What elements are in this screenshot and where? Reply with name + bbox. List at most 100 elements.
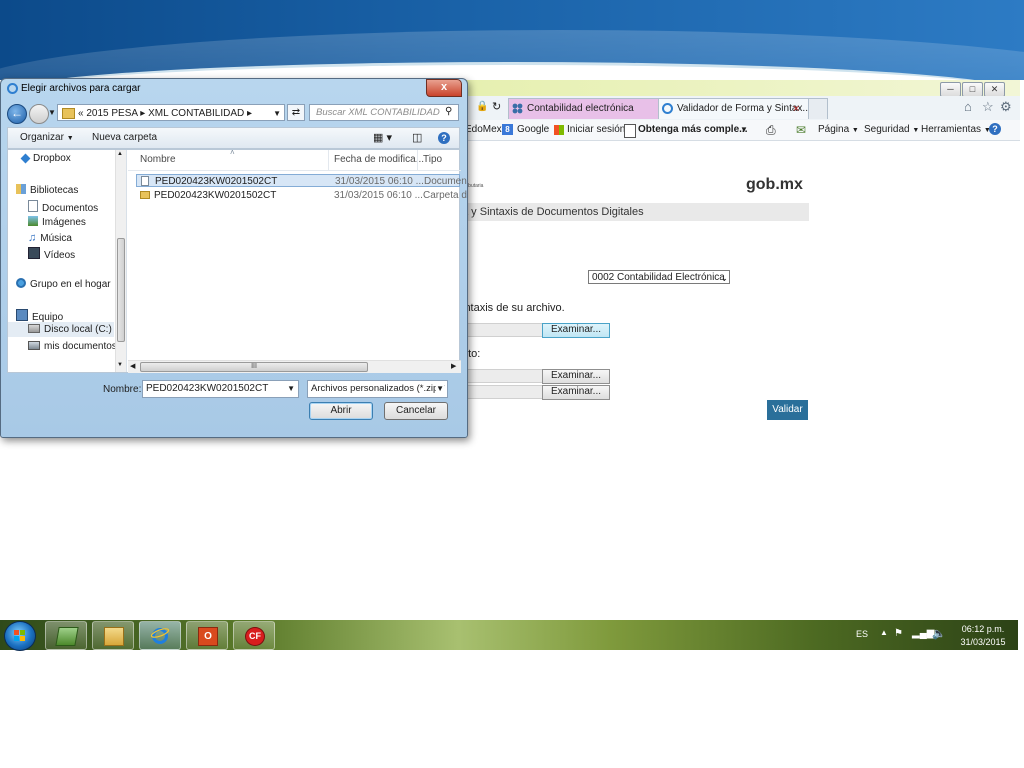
file-open-dialog: Elegir archivos para cargar x ← ▼ « 2015… (0, 78, 468, 438)
column-nombre[interactable]: Nombre (140, 150, 176, 170)
crumb-back[interactable]: « (78, 108, 84, 119)
volume-icon[interactable]: 🔈 (932, 627, 946, 640)
new-folder-button[interactable]: Nueva carpeta (92, 128, 157, 148)
nav-item-dropbox[interactable]: Dropbox (20, 153, 71, 164)
crumb-2015-pesa[interactable]: 2015 PESA (86, 108, 137, 119)
crumb-xml-contabilidad[interactable]: XML CONTABILIDAD (148, 108, 244, 119)
chevron-down-icon[interactable]: ▼ (287, 381, 295, 397)
nav-item-grupo-hogar[interactable]: Grupo en el hogar (16, 278, 111, 290)
column-divider[interactable] (417, 150, 418, 170)
menu-seguridad[interactable]: Seguridad ▼ (864, 120, 919, 141)
taskbar-desktop-button[interactable] (45, 621, 87, 650)
tab-close-icon[interactable]: × (793, 99, 799, 119)
filename-input[interactable]: PED020423KW0201502CT ▼ (142, 380, 299, 398)
horizontal-scroll-thumb[interactable]: III (140, 362, 368, 372)
settings-gear-icon[interactable]: ⚙ (1000, 99, 1012, 115)
organize-menu[interactable]: Organizar ▼ (20, 128, 74, 149)
abrir-button[interactable]: Abrir (309, 402, 373, 420)
nav-label: Vídeos (44, 250, 76, 261)
home-icon[interactable]: ⌂ (964, 99, 972, 114)
nav-item-documentos[interactable]: Documentos (28, 200, 98, 214)
column-tipo[interactable]: Tipo (423, 150, 442, 170)
taskbar-explorer-button[interactable] (92, 621, 134, 650)
dialog-body: Dropbox Bibliotecas Documentos Imágenes … (7, 148, 467, 373)
mail-icon[interactable]: ✉ (796, 120, 806, 140)
close-browser-button[interactable]: ✕ (984, 82, 1005, 97)
document-type-select[interactable]: 0002 Contabilidad Electrónica ⌄ (588, 270, 730, 284)
examinar-button-1[interactable]: Examinar... (542, 323, 610, 338)
view-options-icon[interactable]: ▦ ▾ (373, 128, 392, 148)
nav-item-bibliotecas[interactable]: Bibliotecas (16, 184, 78, 196)
file-list-scrollbar[interactable]: ◀ III ▶ (128, 360, 461, 373)
taskbar-ie-button[interactable] (139, 621, 181, 650)
language-indicator[interactable]: ES (856, 629, 868, 639)
print-icon[interactable]: ⎙ (766, 120, 776, 140)
clock-time[interactable]: 06:12 p.m. (956, 624, 1010, 634)
taskbar-office-button[interactable]: O (186, 621, 228, 650)
refresh-button[interactable]: ⇄ (287, 104, 305, 121)
address-bar[interactable]: « 2015 PESA ▸ XML CONTABILIDAD ▸ ▼ (57, 104, 285, 121)
maximize-button[interactable]: □ (962, 82, 983, 97)
scroll-left-icon[interactable]: ◀ (130, 362, 135, 370)
fav-edomex[interactable]: EdoMex (465, 120, 502, 140)
nav-item-musica[interactable]: ♫ Música (28, 232, 72, 244)
fav-obtenga-mas[interactable]: Obtenga más comple... (638, 120, 747, 140)
search-input[interactable]: Buscar XML CONTABILIDAD (309, 104, 459, 121)
new-tab-button[interactable] (808, 98, 828, 119)
chevron-down-icon[interactable]: ▼ (740, 120, 748, 140)
back-arrow-icon[interactable]: ← (7, 104, 27, 124)
help-icon[interactable]: ? (438, 132, 450, 144)
forward-arrow-icon[interactable] (29, 104, 49, 124)
column-divider[interactable] (328, 150, 329, 170)
nav-label: Disco local (C:) (44, 324, 112, 335)
fav-iniciar-sesion[interactable]: Iniciar sesión (567, 120, 625, 140)
tab-validador[interactable]: Validador de Forma y Sintax... × (658, 98, 826, 119)
action-center-flag-icon[interactable]: ⚑ (894, 628, 903, 639)
scroll-up-icon[interactable]: ▲ (117, 151, 123, 157)
examinar-button-3[interactable]: Examinar... (542, 385, 610, 400)
scroll-right-icon[interactable]: ▶ (451, 362, 456, 370)
nav-scroll-thumb[interactable] (117, 238, 125, 342)
menu-pagina[interactable]: Página ▼ (818, 120, 859, 141)
help-icon[interactable]: ? (989, 123, 1001, 135)
nav-item-disco-local[interactable]: Disco local (C:) (8, 322, 114, 337)
chevron-down-icon: ⌄ (720, 273, 728, 283)
column-fecha[interactable]: Fecha de modifica... (334, 150, 424, 170)
fav-google[interactable]: Google (517, 120, 549, 140)
page-icon (624, 124, 636, 138)
refresh-icon[interactable]: ↻ (492, 100, 501, 113)
nav-item-imagenes[interactable]: Imágenes (28, 216, 86, 228)
file-name: PED020423KW0201502CT (154, 190, 277, 201)
google-icon: 8 (502, 124, 513, 135)
nav-label: Música (40, 233, 72, 244)
chevron-down-icon: ▼ (912, 127, 920, 134)
nav-item-equipo[interactable]: Equipo (16, 309, 63, 323)
nav-label: Bibliotecas (30, 185, 79, 196)
history-dropdown-icon[interactable]: ▼ (48, 108, 56, 117)
taskbar-cf-button[interactable]: CF (233, 621, 275, 650)
nav-item-mis-documentos[interactable]: mis documentos (28, 341, 117, 352)
menu-herramientas[interactable]: Herramientas ▼ (921, 120, 991, 141)
chevron-down-icon[interactable]: ▼ (273, 105, 281, 120)
system-tray: ES ▲ ⚑ ▂▄▆ 🔈 06:12 p.m. 31/03/2015 (848, 620, 1018, 650)
file-path-field-2[interactable] (462, 369, 544, 383)
clock-date[interactable]: 31/03/2015 (956, 637, 1010, 647)
file-row[interactable]: PED020423KW0201502CT 31/03/2015 06:10 ..… (136, 189, 467, 202)
validar-button[interactable]: Validar (767, 400, 808, 420)
preview-pane-icon[interactable]: ◫ (412, 128, 422, 148)
file-path-field[interactable] (462, 323, 544, 337)
file-path-field-3[interactable] (462, 385, 544, 399)
file-row[interactable]: PED020423KW0201502CT 31/03/2015 06:10 ..… (136, 174, 467, 187)
start-button[interactable] (4, 621, 36, 651)
nav-scrollbar[interactable]: ▲ ▼ (115, 150, 126, 372)
examinar-button-2[interactable]: Examinar... (542, 369, 610, 384)
dialog-close-button[interactable]: x (426, 79, 462, 97)
favorites-star-icon[interactable]: ☆ (982, 99, 994, 115)
cancelar-button[interactable]: Cancelar (384, 402, 448, 420)
tab-contabilidad-electronica[interactable]: Contabilidad electrónica (508, 98, 676, 119)
file-type-select[interactable]: Archivos personalizados (*.zip;* ▼ (307, 380, 448, 398)
scroll-down-icon[interactable]: ▼ (117, 362, 123, 368)
minimize-button[interactable]: ─ (940, 82, 961, 97)
show-hidden-icons-icon[interactable]: ▲ (880, 628, 888, 637)
nav-item-videos[interactable]: Vídeos (28, 247, 75, 261)
